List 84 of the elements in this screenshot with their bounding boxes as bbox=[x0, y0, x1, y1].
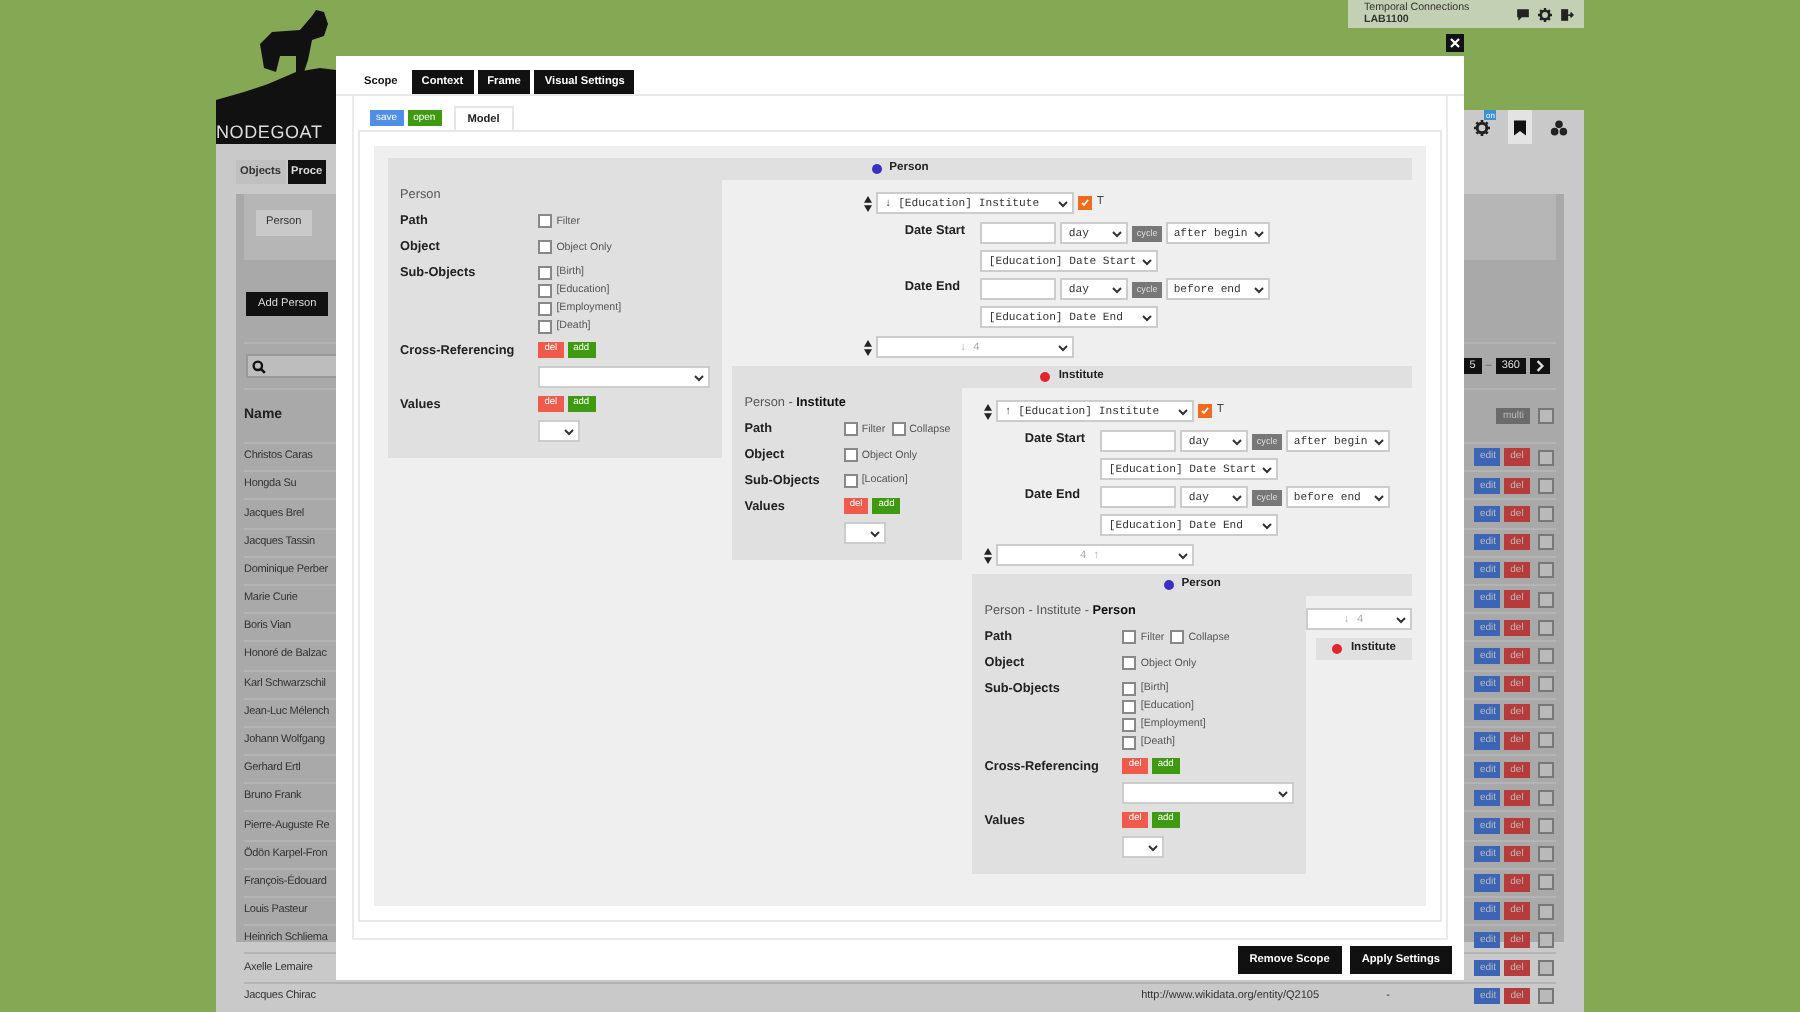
close-button[interactable] bbox=[1446, 34, 1464, 52]
checkbox[interactable] bbox=[1538, 619, 1554, 636]
checkbox[interactable] bbox=[1198, 404, 1213, 418]
checkbox[interactable] bbox=[1122, 699, 1137, 713]
caret-icon bbox=[1148, 843, 1159, 851]
caret-icon bbox=[1396, 615, 1406, 623]
checkbox[interactable] bbox=[1538, 408, 1554, 424]
search-icon bbox=[252, 359, 266, 373]
dropdown[interactable] bbox=[843, 522, 886, 544]
caret-icon bbox=[1232, 493, 1243, 501]
checkbox[interactable] bbox=[1538, 676, 1554, 693]
checkbox[interactable] bbox=[538, 283, 553, 297]
caret-icon bbox=[1262, 521, 1273, 529]
caret-icon bbox=[1142, 313, 1153, 321]
checkbox[interactable] bbox=[1538, 789, 1554, 806]
checkbox[interactable] bbox=[843, 422, 858, 436]
close-icon bbox=[1450, 38, 1460, 48]
checkbox[interactable] bbox=[1538, 732, 1554, 749]
number-field[interactable] bbox=[1100, 486, 1177, 508]
checkbox[interactable] bbox=[1122, 735, 1137, 749]
checkbox[interactable] bbox=[1538, 449, 1554, 466]
checkbox[interactable] bbox=[1122, 630, 1137, 644]
caret-icon bbox=[1142, 257, 1153, 265]
checkbox[interactable] bbox=[1538, 562, 1554, 579]
number-field[interactable] bbox=[980, 278, 1057, 300]
checkbox[interactable] bbox=[1538, 846, 1554, 863]
checkbox[interactable] bbox=[1122, 681, 1137, 695]
caret-icon bbox=[1058, 343, 1069, 351]
caret-icon bbox=[1178, 551, 1189, 559]
chat-icon[interactable] bbox=[1516, 7, 1530, 21]
checkbox[interactable] bbox=[1538, 818, 1554, 835]
checkbox[interactable] bbox=[1538, 903, 1554, 920]
checkbox[interactable] bbox=[1122, 717, 1137, 731]
checkbox[interactable] bbox=[538, 301, 553, 315]
chevron-right-icon bbox=[1536, 360, 1544, 372]
checkbox[interactable] bbox=[1538, 704, 1554, 721]
checkbox[interactable] bbox=[538, 265, 553, 279]
checkbox[interactable] bbox=[538, 214, 553, 228]
caret-icon bbox=[1253, 285, 1264, 293]
caret-icon bbox=[564, 427, 575, 435]
checkbox[interactable] bbox=[1538, 959, 1554, 976]
settings-icon[interactable] bbox=[1474, 119, 1490, 135]
caret-icon bbox=[694, 373, 705, 381]
checkbox[interactable] bbox=[538, 319, 553, 333]
caret-icon bbox=[1373, 493, 1384, 501]
checkbox[interactable] bbox=[1538, 534, 1554, 551]
checkbox[interactable] bbox=[1538, 988, 1555, 1005]
bookmark-icon bbox=[1514, 119, 1526, 135]
next-page-button[interactable] bbox=[1530, 358, 1550, 374]
number-field[interactable] bbox=[980, 222, 1057, 244]
checkbox[interactable] bbox=[1538, 477, 1554, 494]
caret-icon bbox=[1178, 407, 1189, 415]
search-field[interactable] bbox=[246, 354, 338, 378]
caret-icon bbox=[1253, 229, 1264, 237]
caret-icon bbox=[1232, 437, 1243, 445]
checkbox[interactable] bbox=[843, 473, 858, 487]
caret-icon bbox=[869, 529, 880, 537]
logo-drawing bbox=[216, 8, 336, 144]
caret-icon bbox=[1278, 789, 1289, 797]
dropdown[interactable] bbox=[1122, 836, 1165, 858]
checkbox[interactable] bbox=[1538, 761, 1554, 778]
logout-icon[interactable] bbox=[1560, 7, 1574, 21]
checkbox[interactable] bbox=[1538, 931, 1554, 948]
caret-icon bbox=[1058, 199, 1069, 207]
checkbox[interactable] bbox=[1122, 656, 1137, 670]
dropdown[interactable] bbox=[538, 420, 581, 442]
logo-text: NODEGOAT bbox=[216, 122, 323, 145]
checkbox[interactable] bbox=[1078, 196, 1093, 210]
checkbox[interactable] bbox=[1538, 591, 1554, 608]
caret-icon bbox=[1112, 229, 1123, 237]
checkbox[interactable] bbox=[1538, 647, 1554, 664]
checkbox[interactable] bbox=[1170, 630, 1185, 644]
number-field[interactable] bbox=[1100, 430, 1177, 452]
checkbox[interactable] bbox=[538, 240, 553, 254]
settings-icon[interactable] bbox=[1538, 7, 1552, 21]
checkbox[interactable] bbox=[843, 448, 858, 462]
caret-icon bbox=[1112, 285, 1123, 293]
checkbox[interactable] bbox=[891, 422, 906, 436]
checkbox[interactable] bbox=[1538, 505, 1554, 522]
cluster-icon[interactable] bbox=[1550, 119, 1568, 135]
checkbox[interactable] bbox=[1538, 874, 1554, 891]
caret-icon bbox=[1373, 437, 1384, 445]
bookmark-tab[interactable] bbox=[1508, 110, 1532, 144]
caret-icon bbox=[1262, 465, 1273, 473]
